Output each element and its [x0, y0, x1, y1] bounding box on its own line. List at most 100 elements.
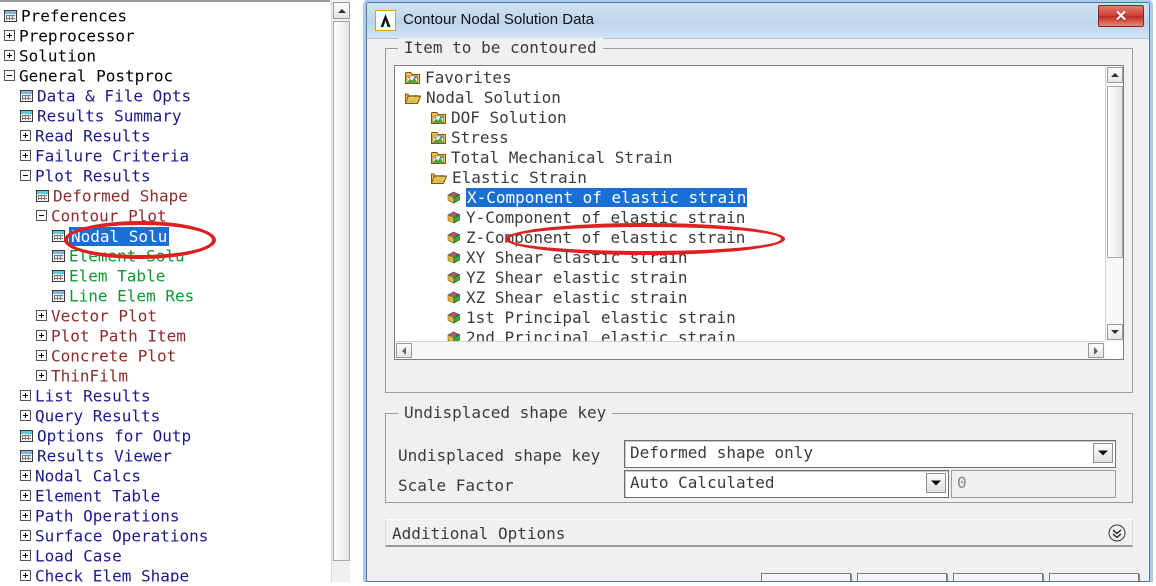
contour-item-list[interactable]: Favorites Nodal Solution DOF Solution Stres…	[395, 68, 1089, 359]
expand-icon[interactable]	[4, 30, 15, 41]
menu-item-read-results[interactable]: Read Results	[0, 126, 328, 146]
chevron-double-down-icon[interactable]	[1108, 524, 1126, 542]
menu-item-elem-table[interactable]: Elem Table	[0, 266, 328, 286]
arrow-right-icon	[1094, 346, 1098, 355]
menu-item-deformed-shape[interactable]: Deformed Shape	[0, 186, 328, 206]
collapse-icon[interactable]	[4, 70, 15, 81]
panel-top-divider	[0, 0, 330, 5]
list-item[interactable]: XY Shear elastic strain	[395, 248, 1089, 268]
menu-item-element-solu[interactable]: Element Solu	[0, 246, 328, 266]
apply-button[interactable]: Apply	[857, 573, 947, 581]
chevron-down-icon[interactable]	[926, 473, 946, 493]
menu-item-path-operations[interactable]: Path Operations	[0, 506, 328, 526]
menu-item-line-elem-res[interactable]: Line Elem Res	[0, 286, 328, 306]
listbox-vertical-scrollbar[interactable]	[1105, 66, 1123, 341]
menu-item-failure-criteria[interactable]: Failure Criteria	[0, 146, 328, 166]
menu-item-contour-plot[interactable]: Contour Plot	[0, 206, 328, 226]
list-scroll-down-button[interactable]	[1107, 324, 1123, 340]
menu-item-label: Concrete Plot	[51, 346, 177, 366]
list-item[interactable]: DOF Solution	[395, 108, 1089, 128]
menu-item-load-case[interactable]: Load Case	[0, 546, 328, 566]
scale-factor-label: Scale Factor	[398, 476, 514, 495]
menu-leaf-icon	[52, 229, 65, 242]
list-item[interactable]: Elastic Strain	[395, 168, 1089, 188]
expand-icon[interactable]	[36, 310, 47, 321]
menu-item-concrete-plot[interactable]: Concrete Plot	[0, 346, 328, 366]
expand-icon[interactable]	[20, 490, 31, 501]
contour-item-listbox[interactable]: Favorites Nodal Solution DOF Solution Stres…	[394, 65, 1124, 360]
dialog-titlebar[interactable]: Contour Nodal Solution Data ✕	[367, 3, 1149, 39]
scroll-up-button[interactable]	[333, 2, 350, 19]
expand-icon[interactable]	[36, 350, 47, 361]
menu-item-label: Read Results	[35, 126, 151, 146]
list-item-label: Nodal Solution	[426, 88, 561, 107]
list-item-label: X-Component of elastic strain	[466, 188, 748, 207]
additional-options-bar[interactable]: Additional Options	[385, 519, 1133, 547]
scale-factor-select[interactable]: Auto Calculated	[624, 470, 949, 498]
scrollbar-thumb[interactable]	[333, 21, 350, 561]
expand-icon[interactable]	[20, 150, 31, 161]
main-menu-vertical-scrollbar[interactable]	[331, 0, 350, 586]
list-item[interactable]: XZ Shear elastic strain	[395, 288, 1089, 308]
menu-item-vector-plot[interactable]: Vector Plot	[0, 306, 328, 326]
menu-item-thinfilm[interactable]: ThinFilm	[0, 366, 328, 386]
menu-item-list-results[interactable]: List Results	[0, 386, 328, 406]
menu-item-results-summary[interactable]: Results Summary	[0, 106, 328, 126]
ansys-a-logo-icon	[375, 10, 396, 31]
folder-closed-icon	[431, 131, 446, 144]
list-item[interactable]: Y-Component of elastic strain	[395, 208, 1089, 228]
listbox-horizontal-scrollbar[interactable]	[395, 341, 1105, 359]
menu-item-preferences[interactable]: Preferences	[0, 6, 328, 26]
menu-item-query-results[interactable]: Query Results	[0, 406, 328, 426]
undisplaced-shape-key-select[interactable]: Deformed shape only	[624, 440, 1116, 468]
menu-item-options-for-outp[interactable]: Options for Outp	[0, 426, 328, 446]
list-item[interactable]: 1st Principal elastic strain	[395, 308, 1089, 328]
expand-icon[interactable]	[36, 370, 47, 381]
list-item-label: Y-Component of elastic strain	[466, 208, 746, 227]
list-item[interactable]: Z-Component of elastic strain	[395, 228, 1089, 248]
list-scrollbar-thumb[interactable]	[1107, 86, 1123, 258]
expand-icon[interactable]	[20, 410, 31, 421]
menu-item-surface-operations[interactable]: Surface Operations	[0, 526, 328, 546]
help-button[interactable]: Help	[1049, 573, 1139, 581]
menu-item-solution[interactable]: Solution	[0, 46, 328, 66]
menu-item-preprocessor[interactable]: Preprocessor	[0, 26, 328, 46]
expand-icon[interactable]	[20, 530, 31, 541]
menu-item-data-file-opts[interactable]: Data & File Opts	[0, 86, 328, 106]
list-item[interactable]: Total Mechanical Strain	[395, 148, 1089, 168]
expand-icon[interactable]	[20, 130, 31, 141]
menu-item-label: Deformed Shape	[53, 186, 188, 206]
list-item[interactable]: Stress	[395, 128, 1089, 148]
collapse-icon[interactable]	[20, 170, 31, 181]
expand-icon[interactable]	[4, 50, 15, 61]
menu-item-label: Query Results	[35, 406, 161, 426]
list-item[interactable]: YZ Shear elastic strain	[395, 268, 1089, 288]
expand-icon[interactable]	[36, 330, 47, 341]
expand-icon[interactable]	[20, 390, 31, 401]
menu-item-plot-path-item[interactable]: Plot Path Item	[0, 326, 328, 346]
list-item[interactable]: Nodal Solution	[395, 88, 1089, 108]
cancel-button[interactable]: Cancel	[953, 573, 1043, 581]
expand-icon[interactable]	[20, 550, 31, 561]
chevron-down-icon[interactable]	[1093, 443, 1113, 463]
menu-item-label: Nodal Calcs	[35, 466, 141, 486]
list-scroll-left-button[interactable]	[396, 343, 412, 358]
menu-item-nodal-calcs[interactable]: Nodal Calcs	[0, 466, 328, 486]
menu-item-plot-results[interactable]: Plot Results	[0, 166, 328, 186]
ok-button[interactable]: OK	[761, 573, 851, 581]
list-item[interactable]: X-Component of elastic strain	[395, 188, 1089, 208]
list-scroll-up-button[interactable]	[1107, 67, 1123, 83]
collapse-icon[interactable]	[36, 210, 47, 221]
main-menu-tree[interactable]: Preferences Preprocessor Solution General P…	[0, 6, 328, 586]
menu-item-results-viewer[interactable]: Results Viewer	[0, 446, 328, 466]
expand-icon[interactable]	[20, 510, 31, 521]
expand-icon[interactable]	[20, 570, 31, 581]
list-item[interactable]: Favorites	[395, 68, 1089, 88]
expand-icon[interactable]	[20, 470, 31, 481]
close-icon[interactable]: ✕	[1098, 5, 1144, 27]
menu-item-general-postproc[interactable]: General Postproc	[0, 66, 328, 86]
list-scroll-right-button[interactable]	[1088, 343, 1104, 358]
scale-factor-number-field[interactable]: 0	[951, 470, 1116, 498]
menu-item-nodal-solu[interactable]: Nodal Solu	[0, 226, 328, 246]
menu-item-element-table[interactable]: Element Table	[0, 486, 328, 506]
